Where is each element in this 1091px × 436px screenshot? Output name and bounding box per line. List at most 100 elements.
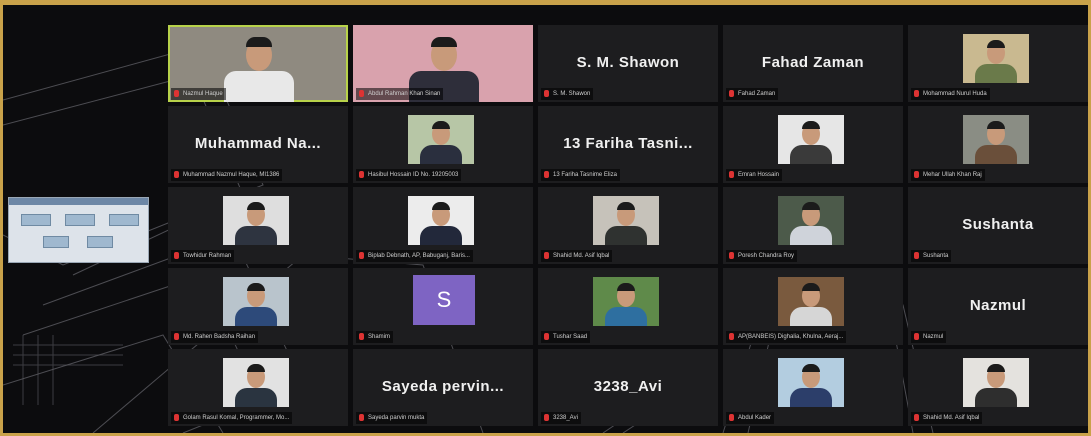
participant-name-label: Poresh Chandra Roy	[726, 250, 798, 262]
participant-tile[interactable]: Nazmul Haque	[168, 25, 348, 102]
participant-name-text: Md. Rahen Badsha Raihan	[183, 334, 256, 340]
participant-tile[interactable]: Md. Rahen Badsha Raihan	[168, 268, 348, 345]
mic-off-icon	[359, 251, 364, 259]
participant-photo	[223, 358, 289, 407]
participant-photo	[223, 277, 289, 326]
mic-off-icon	[359, 170, 364, 178]
mic-off-icon	[544, 251, 549, 259]
diagram-box	[87, 236, 113, 248]
shared-screen-thumbnail[interactable]	[8, 197, 149, 263]
meeting-window: Nazmul Haque Abdul Rahman Khan Sinan S. M.…	[3, 5, 1088, 433]
mic-off-icon	[914, 332, 919, 340]
participant-display-name: Nazmul	[969, 297, 1027, 314]
participant-name-text: Hasibul Hossain ID No. 19205003	[368, 172, 459, 178]
participant-display-name: Fahad Zaman	[761, 54, 865, 71]
participant-tile[interactable]: S Shamim	[353, 268, 533, 345]
participant-name-label: Sushanta	[911, 250, 952, 262]
participant-name-text: 3238_Avi	[553, 415, 578, 421]
participant-name-label: Emran Hossain	[726, 169, 783, 181]
participant-tile[interactable]: Golam Rasul Komal, Programmer, Mo...	[168, 349, 348, 426]
participant-tile[interactable]: 13 Fariha Tasni... 13 Fariha Tasnime Eliz…	[538, 106, 718, 183]
mic-off-icon	[174, 170, 179, 178]
participant-photo	[778, 115, 844, 164]
participant-name-text: Shamim	[368, 334, 391, 340]
mic-off-icon	[914, 89, 919, 97]
participant-tile[interactable]: Fahad Zaman Fahad Zaman	[723, 25, 903, 102]
mic-off-icon	[729, 332, 734, 340]
participant-name-text: Tushar Saad	[553, 334, 588, 340]
participant-tile[interactable]: 3238_Avi 3238_Avi	[538, 349, 718, 426]
participant-photo	[778, 277, 844, 326]
participant-tile[interactable]: Sushanta Sushanta	[908, 187, 1088, 264]
participant-name-text: Mehar Ullah Khan Raj	[923, 172, 982, 178]
participant-tile[interactable]: Biplab Debnath, AP, Babuganj, Baris...	[353, 187, 533, 264]
participant-name-text: Nazmul Haque	[183, 91, 223, 97]
participant-name-label: Nazmul	[911, 331, 947, 343]
participant-name-label: Abdul Kader	[726, 412, 775, 424]
diagram-box	[43, 236, 69, 248]
participant-tile[interactable]: Hasibul Hossain ID No. 19205003	[353, 106, 533, 183]
participant-name-text: Muhammad Nazmul Haque, MI1386	[183, 172, 280, 178]
participant-name-label: Abdul Rahman Khan Sinan	[356, 88, 444, 100]
participant-name-text: Biplab Debnath, AP, Babuganj, Baris...	[368, 253, 470, 259]
participant-display-name: 3238_Avi	[593, 378, 663, 395]
participant-tile[interactable]: Shahid Md. Asif Iqbal	[538, 187, 718, 264]
participant-name-label: Shamim	[356, 331, 394, 343]
participant-tile[interactable]: S. M. Shawon S. M. Shawon	[538, 25, 718, 102]
participant-name-text: Abdul Kader	[738, 415, 772, 421]
participant-name-label: Muhammad Nazmul Haque, MI1386	[171, 169, 283, 181]
participant-name-label: Biplab Debnath, AP, Babuganj, Baris...	[356, 250, 473, 262]
participant-display-name: 13 Fariha Tasni...	[563, 135, 693, 152]
participant-name-label: Shahid Md. Asif Iqbal	[541, 250, 613, 262]
participant-name-text: S. M. Shawon	[553, 91, 591, 97]
participant-name-text: Golam Rasul Komal, Programmer, Mo...	[183, 415, 290, 421]
participant-tile[interactable]: Emran Hossain	[723, 106, 903, 183]
mic-off-icon	[544, 170, 549, 178]
participant-tile[interactable]: Poresh Chandra Roy	[723, 187, 903, 264]
participant-name-text: Sayeda parvin mukta	[368, 415, 425, 421]
participant-tile[interactable]: Abdul Kader	[723, 349, 903, 426]
participant-display-name: S. M. Shawon	[576, 54, 680, 71]
participant-name-label: 13 Fariha Tasnime Eliza	[541, 169, 620, 181]
mic-off-icon	[914, 413, 919, 421]
mic-off-icon	[729, 251, 734, 259]
participant-tile[interactable]: Abdul Rahman Khan Sinan	[353, 25, 533, 102]
participant-name-label: Tushar Saad	[541, 331, 591, 343]
participant-name-text: 13 Fariha Tasnime Eliza	[553, 172, 617, 178]
mic-off-icon	[174, 89, 179, 97]
mic-off-icon	[544, 89, 549, 97]
mic-off-icon	[544, 413, 549, 421]
mic-off-icon	[544, 332, 549, 340]
participant-name-label: Sayeda parvin mukta	[356, 412, 428, 424]
participant-photo	[963, 358, 1029, 407]
participant-name-label: Hasibul Hossain ID No. 19205003	[356, 169, 462, 181]
participant-name-text: Towhidur Rahman	[183, 253, 232, 259]
participant-photo	[408, 115, 474, 164]
participant-photo	[963, 34, 1029, 83]
participant-name-text: Fahad Zaman	[738, 91, 776, 97]
participant-name-text: Sushanta	[923, 253, 949, 259]
mic-off-icon	[359, 332, 364, 340]
diagram-box	[65, 214, 95, 226]
participant-name-label: Fahad Zaman	[726, 88, 779, 100]
participant-tile[interactable]: Sayeda pervin... Sayeda parvin mukta	[353, 349, 533, 426]
participant-name-text: Abdul Rahman Khan Sinan	[368, 91, 441, 97]
participant-tile[interactable]: Mehar Ullah Khan Raj	[908, 106, 1088, 183]
participant-tile[interactable]: Towhidur Rahman	[168, 187, 348, 264]
participant-tile[interactable]: Tushar Saad	[538, 268, 718, 345]
participant-tile[interactable]: AP(BANBEIS) Dighalia, Khulna, Aeraj...	[723, 268, 903, 345]
participant-tile[interactable]: Muhammad Na... Muhammad Nazmul Haque, MI1…	[168, 106, 348, 183]
participant-name-label: 3238_Avi	[541, 412, 581, 424]
participant-tile[interactable]: Shahid Md. Asif Iqbal	[908, 349, 1088, 426]
participant-name-label: S. M. Shawon	[541, 88, 594, 100]
participant-photo	[963, 115, 1029, 164]
participant-name-label: Md. Rahen Badsha Raihan	[171, 331, 259, 343]
participant-name-label: Mohammad Nurul Huda	[911, 88, 990, 100]
participant-display-name: Sayeda pervin...	[381, 378, 505, 395]
mic-off-icon	[914, 251, 919, 259]
participant-tile[interactable]: Mohammad Nurul Huda	[908, 25, 1088, 102]
participant-name-label: Shahid Md. Asif Iqbal	[911, 412, 983, 424]
participant-tile[interactable]: Nazmul Nazmul	[908, 268, 1088, 345]
participant-avatar: S	[413, 275, 475, 325]
shared-screen-titlebar	[9, 198, 148, 205]
